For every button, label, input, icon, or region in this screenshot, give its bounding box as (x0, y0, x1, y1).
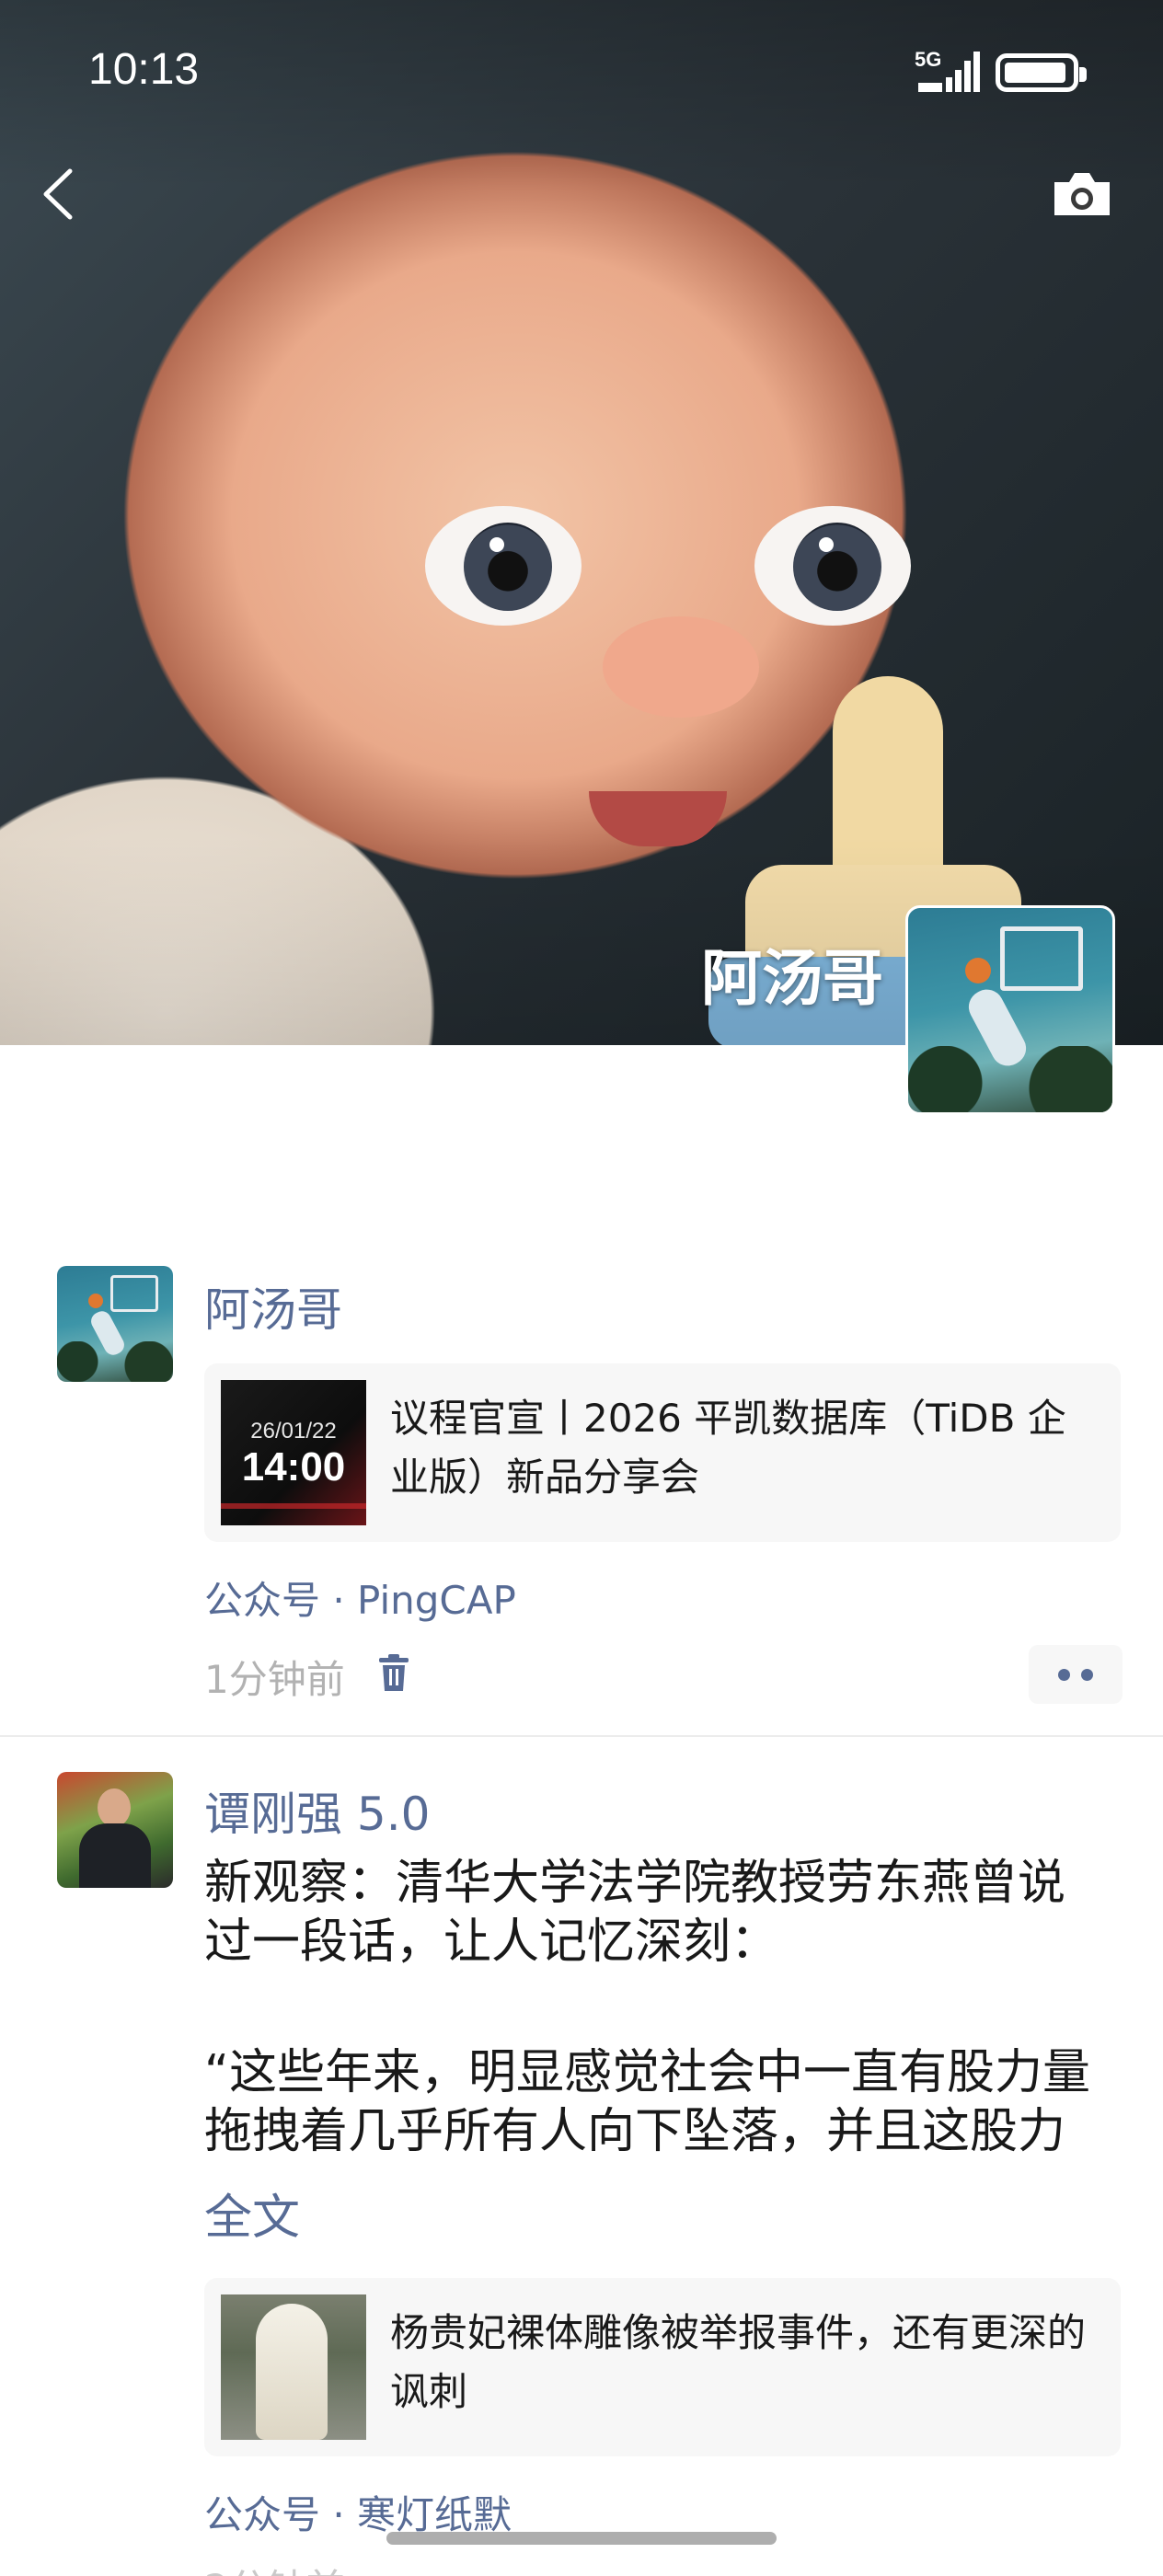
thumbnail-date: 26/01/22 (250, 1419, 337, 1443)
profile-name: 阿汤哥 (701, 943, 883, 1014)
cover-image[interactable] (0, 0, 1163, 1045)
cover-shade (0, 0, 1163, 1045)
article-thumbnail (221, 2294, 366, 2440)
camera-icon[interactable] (1045, 162, 1119, 226)
post-divider (0, 1735, 1163, 1737)
post-time: 2分钟前 (204, 2558, 345, 2576)
shared-article-card[interactable]: 26/01/22 14:00 议程官宣丨2026 平凯数据库（TiDB 企业版）… (204, 1363, 1121, 1542)
post-text-line: 新观察：清华大学法学院教授劳东燕曾说 (204, 1856, 1066, 1911)
post-author[interactable]: 谭刚强 5.0 (204, 1777, 430, 1844)
full-text-link[interactable]: 全文 (204, 2179, 300, 2248)
article-title: 杨贵妃裸体雕像被举报事件，还有更深的讽刺 (390, 2310, 1087, 2414)
signal-icon (918, 52, 980, 92)
more-actions-button[interactable] (1029, 1645, 1123, 1704)
thumbnail-time: 14:00 (241, 1444, 346, 1489)
status-bar: 10:13 5G (0, 0, 1163, 138)
post-source[interactable]: 公众号 · PingCAP (204, 1570, 516, 1626)
post-time: 1分钟前 (204, 1657, 345, 1702)
post-text-line: 拖拽着几乎所有人向下坠落，并且这股力 (204, 2104, 1066, 2159)
shared-article-card[interactable]: 杨贵妃裸体雕像被举报事件，还有更深的讽刺 (204, 2278, 1121, 2456)
post-avatar[interactable] (57, 1266, 173, 1382)
article-title: 议程官宣丨2026 平凯数据库（TiDB 企业版）新品分享会 (390, 1396, 1066, 1500)
post-text-line: 过一段话，让人记忆深刻： (204, 1915, 779, 1970)
delete-icon[interactable] (375, 1652, 412, 1693)
profile-avatar[interactable] (905, 905, 1115, 1115)
back-icon[interactable] (33, 162, 85, 226)
status-time: 10:13 (88, 45, 200, 94)
battery-icon (996, 53, 1087, 92)
home-indicator[interactable] (386, 2532, 777, 2545)
post-author[interactable]: 阿汤哥 (204, 1273, 342, 1340)
article-thumbnail: 26/01/22 14:00 (221, 1380, 366, 1525)
post-text-line: “这些年来，明显感觉社会中一直有股力量 (204, 2045, 1090, 2100)
post-avatar[interactable] (57, 1772, 173, 1888)
